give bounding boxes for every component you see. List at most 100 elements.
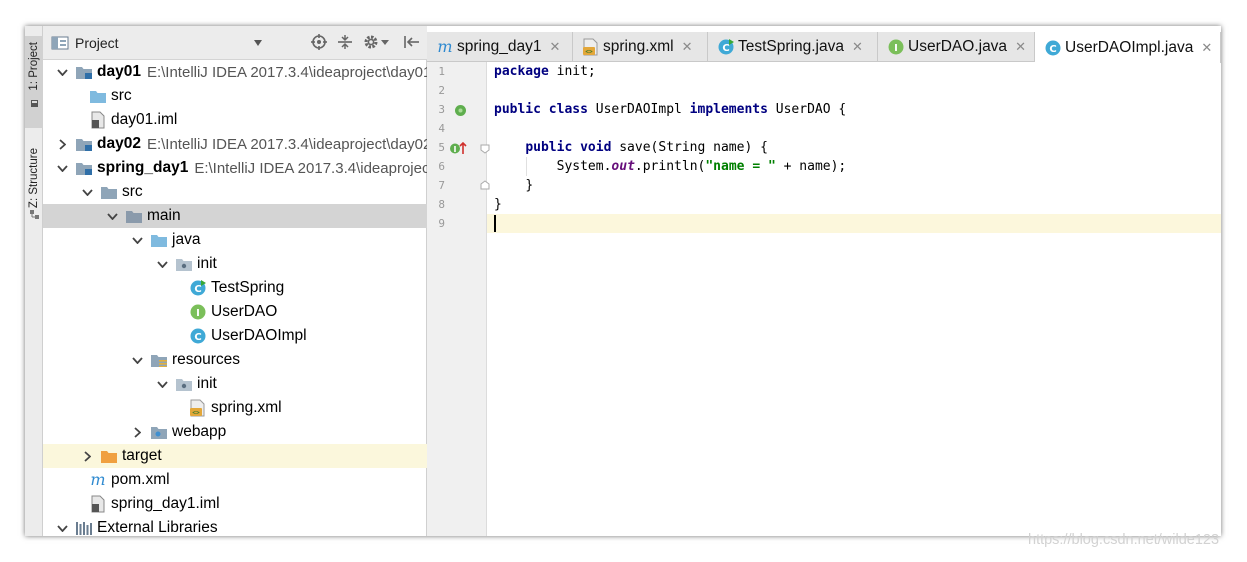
string-literal: "name = ": [705, 159, 776, 174]
settings-gear-icon[interactable]: [363, 34, 393, 50]
svg-text:m: m: [437, 39, 452, 55]
tab-userdao-java[interactable]: I UserDAO.java ✕: [878, 32, 1035, 62]
watermark: https://blog.csdn.net/wilde123: [1028, 532, 1220, 548]
chevron-down-icon[interactable]: [55, 60, 69, 84]
chevron-right-icon[interactable]: [55, 132, 69, 156]
hide-panel-icon[interactable]: [403, 34, 421, 50]
svg-text:C: C: [1049, 44, 1056, 55]
chevron-down-icon[interactable]: [130, 348, 144, 372]
tab-spring-day1[interactable]: m spring_day1 ✕: [427, 32, 573, 62]
svg-text:I: I: [196, 308, 200, 319]
tree-item-pom-xml[interactable]: m pom.xml: [43, 468, 427, 492]
module-folder-icon: [74, 62, 94, 82]
tab-testspring-java[interactable]: C TestSpring.java ✕: [708, 32, 878, 62]
tree-item-java[interactable]: java: [43, 228, 427, 252]
chevron-down-icon[interactable]: [155, 252, 169, 276]
tree-item-main[interactable]: main: [43, 204, 427, 228]
project-view-icon: [51, 36, 69, 49]
code-text: }: [494, 197, 502, 212]
tree-item-label: spring_day1.iml: [111, 495, 220, 512]
tree-item-label: src: [122, 183, 143, 200]
tree-item-label: java: [172, 231, 201, 248]
tree-item-target[interactable]: target: [43, 444, 427, 468]
tree-item-webapp[interactable]: webapp: [43, 420, 427, 444]
java-class-icon: C: [1044, 39, 1062, 57]
iml-file-icon: [88, 494, 108, 514]
tab-label: TestSpring.java: [738, 38, 844, 55]
project-tree: day01 E:\IntelliJ IDEA 2017.3.4\ideaproj…: [43, 60, 427, 536]
collapse-all-icon[interactable]: [337, 34, 353, 50]
chevron-down-icon[interactable]: [55, 516, 69, 536]
line-number: 7: [438, 179, 445, 192]
tree-item-src[interactable]: src: [43, 180, 427, 204]
tree-item-spring-day1[interactable]: spring_day1 E:\IntelliJ IDEA 2017.3.4\id…: [43, 156, 427, 180]
editor-gutter[interactable]: 1 2 3 4 5 6 7 8 9 I: [427, 62, 490, 536]
svg-text:C: C: [194, 284, 201, 295]
chevron-down-icon[interactable]: [130, 228, 144, 252]
tree-item-resources[interactable]: resources: [43, 348, 427, 372]
tab-label: spring.xml: [603, 38, 674, 55]
tree-item-testspring[interactable]: C TestSpring: [43, 276, 427, 300]
tree-item-userdao[interactable]: I UserDAO: [43, 300, 427, 324]
tree-item-label: init: [197, 375, 217, 392]
close-icon[interactable]: ✕: [1015, 39, 1026, 55]
chevron-down-icon[interactable]: [155, 372, 169, 396]
tree-item-label: TestSpring: [211, 279, 285, 296]
code-text: save(String name) {: [611, 140, 768, 155]
tree-item-label: External Libraries: [97, 519, 218, 536]
svg-text:<>: <>: [585, 49, 593, 56]
java-class-icon: C: [717, 38, 735, 56]
structure-tool-icon: [29, 210, 39, 220]
tab-spring-xml[interactable]: <> spring.xml ✕: [573, 32, 708, 62]
tree-item-label: webapp: [172, 423, 227, 440]
project-tool-button[interactable]: 1: Project: [25, 36, 43, 128]
module-path: E:\IntelliJ IDEA 2017.3.4\ideaproject\da…: [146, 135, 427, 153]
structure-tool-button[interactable]: Z: Structure: [25, 148, 43, 258]
close-icon[interactable]: ✕: [852, 39, 863, 55]
maven-icon: m: [436, 38, 454, 56]
tree-item-spring-day1-iml[interactable]: spring_day1.iml: [43, 492, 427, 516]
svg-text:C: C: [194, 332, 201, 343]
module-path: E:\IntelliJ IDEA 2017.3.4\ideaproject\sp…: [194, 159, 427, 177]
tab-label: spring_day1: [457, 38, 542, 55]
tree-item-init[interactable]: init: [43, 252, 427, 276]
code-line-3: public class UserDAOImpl implements User…: [487, 100, 1221, 119]
implements-interface-icon[interactable]: [454, 104, 467, 117]
line-number: 8: [438, 198, 445, 211]
libraries-icon: [74, 518, 94, 536]
code-line-1: package init;: [487, 62, 1221, 81]
tree-item-label: init: [197, 255, 217, 272]
tree-item-userdaoimpl[interactable]: C UserDAOImpl: [43, 324, 427, 348]
code-line-6: System.out.println("name = " + name);: [487, 157, 1221, 176]
tree-item-spring-xml[interactable]: <> spring.xml: [43, 396, 427, 420]
chevron-right-icon[interactable]: [80, 444, 94, 468]
tree-item-day02[interactable]: day02 E:\IntelliJ IDEA 2017.3.4\ideaproj…: [43, 132, 427, 156]
tree-item-init[interactable]: init: [43, 372, 427, 396]
xml-file-icon: <>: [582, 38, 600, 56]
line-number: 6: [438, 160, 445, 173]
package-icon: [174, 254, 194, 274]
module-folder-icon: [74, 134, 94, 154]
tree-item-external-libraries[interactable]: External Libraries: [43, 516, 427, 536]
line-number: 4: [438, 122, 445, 135]
java-class-icon: C: [188, 326, 208, 346]
view-dropdown-icon[interactable]: [253, 39, 263, 47]
chevron-down-icon[interactable]: [55, 156, 69, 180]
close-icon[interactable]: ✕: [549, 39, 560, 55]
tree-item-label: target: [122, 447, 162, 464]
tree-item-src[interactable]: src: [43, 84, 427, 108]
web-folder-icon: [149, 422, 169, 442]
chevron-down-icon[interactable]: [80, 180, 94, 204]
close-icon[interactable]: ✕: [682, 39, 693, 55]
keyword: public class: [494, 102, 588, 117]
code-area[interactable]: package init; public class UserDAOImpl i…: [487, 62, 1221, 536]
tree-item-day01-iml[interactable]: day01.iml: [43, 108, 427, 132]
chevron-down-icon[interactable]: [105, 204, 119, 228]
implements-method-icon[interactable]: I: [449, 142, 467, 155]
tree-item-label: day02: [97, 135, 141, 152]
chevron-right-icon[interactable]: [130, 420, 144, 444]
locate-file-icon[interactable]: [311, 34, 327, 50]
close-icon[interactable]: ✕: [1201, 40, 1212, 56]
tree-item-day01[interactable]: day01 E:\IntelliJ IDEA 2017.3.4\ideaproj…: [43, 60, 427, 84]
tab-userdaoimpl-java[interactable]: C UserDAOImpl.java ✕: [1035, 32, 1221, 63]
